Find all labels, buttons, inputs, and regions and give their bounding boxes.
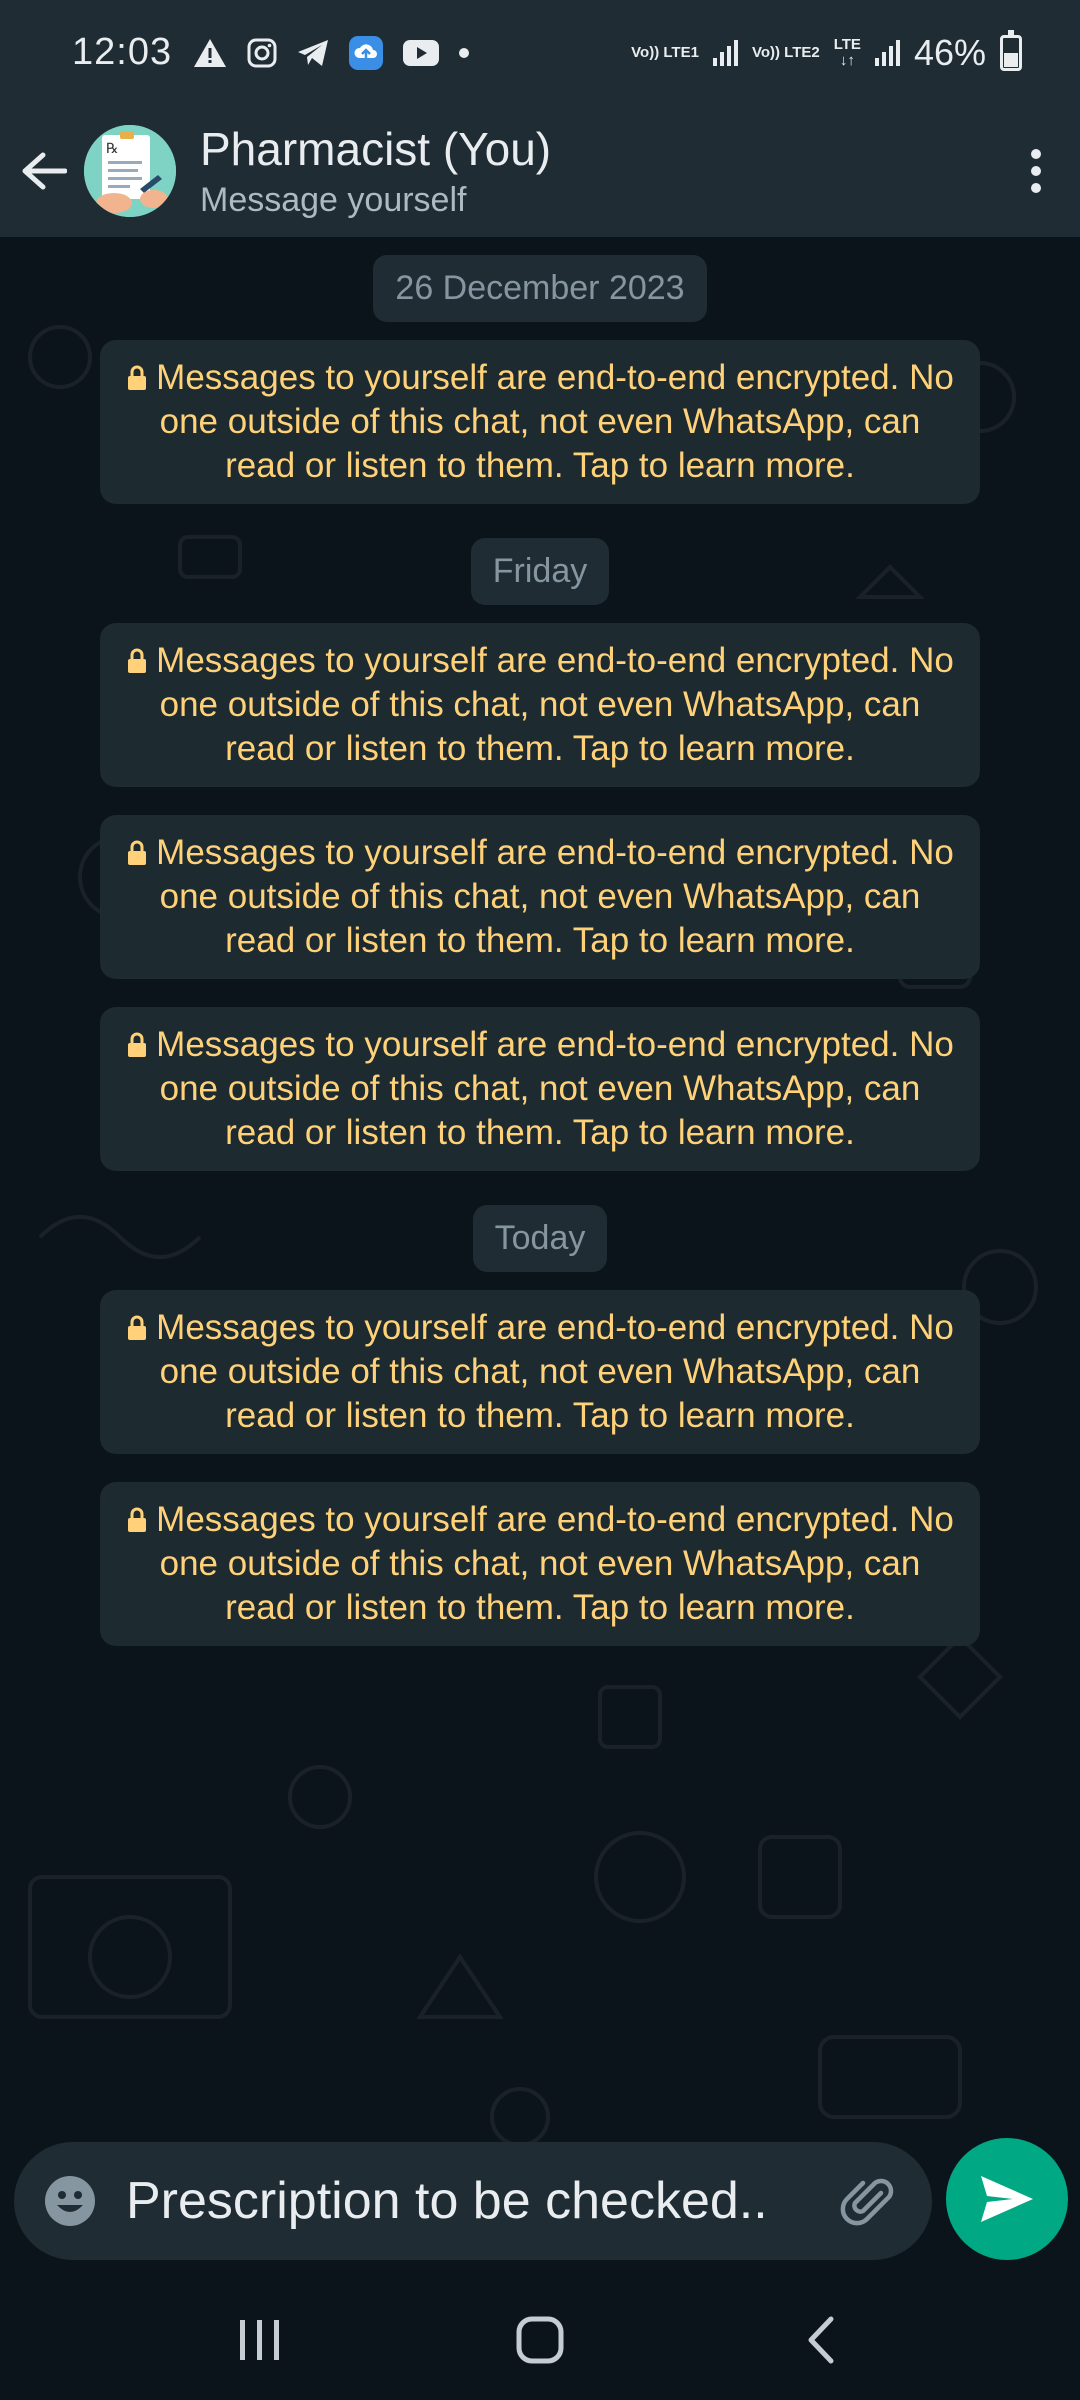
system-nav-bar bbox=[0, 2280, 1080, 2400]
attach-button[interactable] bbox=[836, 2168, 902, 2234]
avatar[interactable]: ℞ bbox=[84, 125, 176, 217]
signal-bars-icon bbox=[712, 39, 738, 66]
encryption-notice[interactable]: Messages to yourself are end-to-end encr… bbox=[100, 1482, 980, 1646]
instagram-icon bbox=[247, 38, 277, 67]
encryption-notice-text: Messages to yourself are end-to-end encr… bbox=[156, 641, 954, 768]
lock-icon bbox=[128, 840, 147, 865]
status-bar: 12:03 Vo)) LTE1 Vo)) LTE2 LTE ↓↑ 46% bbox=[0, 0, 1080, 105]
encryption-notice-text: Messages to yourself are end-to-end encr… bbox=[156, 1025, 954, 1152]
lte-label: LTE ↓↑ bbox=[833, 35, 861, 69]
status-time: 12:03 bbox=[72, 31, 173, 73]
message-composer bbox=[14, 2142, 932, 2260]
back-nav-button[interactable] bbox=[760, 2290, 880, 2390]
recent-apps-button[interactable] bbox=[200, 2290, 320, 2390]
youtube-icon bbox=[403, 39, 440, 66]
encryption-notice[interactable]: Messages to yourself are end-to-end encr… bbox=[100, 1290, 980, 1454]
svg-text:℞: ℞ bbox=[106, 141, 119, 157]
home-button[interactable] bbox=[480, 2290, 600, 2390]
paperclip-icon bbox=[840, 2178, 894, 2226]
chat-title[interactable]: Pharmacist (You) bbox=[200, 123, 996, 175]
lock-icon bbox=[128, 1315, 147, 1340]
network-label-1: Vo)) LTE1 bbox=[631, 43, 699, 61]
battery-icon bbox=[1000, 29, 1022, 71]
encryption-notice[interactable]: Messages to yourself are end-to-end encr… bbox=[100, 340, 980, 504]
date-separator: 26 December 2023 bbox=[373, 255, 707, 322]
lock-icon bbox=[128, 365, 147, 390]
date-separator: Friday bbox=[470, 538, 610, 605]
network-label-2: Vo)) LTE2 bbox=[751, 43, 820, 61]
arrow-left-icon bbox=[22, 152, 67, 190]
encryption-notice[interactable]: Messages to yourself are end-to-end encr… bbox=[100, 623, 980, 787]
more-options-button[interactable] bbox=[996, 105, 1076, 237]
signal-bars-icon bbox=[874, 39, 900, 66]
lock-icon bbox=[128, 648, 147, 673]
send-button[interactable] bbox=[946, 2138, 1068, 2260]
chat-area[interactable]: 26 December 2023 Messages to yourself ar… bbox=[0, 237, 1080, 2177]
encryption-notice-text: Messages to yourself are end-to-end encr… bbox=[156, 1308, 954, 1435]
chevron-left-icon bbox=[808, 2316, 834, 2364]
encryption-notice-text: Messages to yourself are end-to-end encr… bbox=[156, 1500, 954, 1627]
emoji-button[interactable] bbox=[40, 2171, 100, 2231]
battery-percent: 46% bbox=[913, 31, 986, 73]
lock-icon bbox=[128, 1032, 147, 1057]
encryption-notice[interactable]: Messages to yourself are end-to-end encr… bbox=[100, 1007, 980, 1171]
message-input[interactable] bbox=[126, 2171, 836, 2231]
cloud-upload-icon bbox=[349, 35, 384, 70]
encryption-notice[interactable]: Messages to yourself are end-to-end encr… bbox=[100, 815, 980, 979]
emoji-icon bbox=[45, 2176, 95, 2226]
message-list: 26 December 2023 Messages to yourself ar… bbox=[0, 237, 1080, 1646]
encryption-notice-text: Messages to yourself are end-to-end encr… bbox=[156, 833, 954, 960]
dot-icon bbox=[459, 47, 470, 58]
more-vertical-icon bbox=[1031, 149, 1041, 193]
send-icon bbox=[981, 2176, 1033, 2222]
warning-icon bbox=[194, 38, 227, 67]
telegram-icon bbox=[298, 39, 329, 66]
chat-header: ℞ Pharmacist (You) Message yourself bbox=[0, 105, 1080, 237]
back-button[interactable] bbox=[4, 105, 84, 237]
prescription-avatar-icon: ℞ bbox=[84, 125, 176, 217]
recent-apps-icon bbox=[240, 2320, 279, 2360]
date-separator: Today bbox=[472, 1205, 608, 1272]
lock-icon bbox=[128, 1507, 147, 1532]
encryption-notice-text: Messages to yourself are end-to-end encr… bbox=[156, 358, 954, 485]
home-icon bbox=[516, 2316, 564, 2364]
chat-subtitle: Message yourself bbox=[200, 180, 467, 219]
